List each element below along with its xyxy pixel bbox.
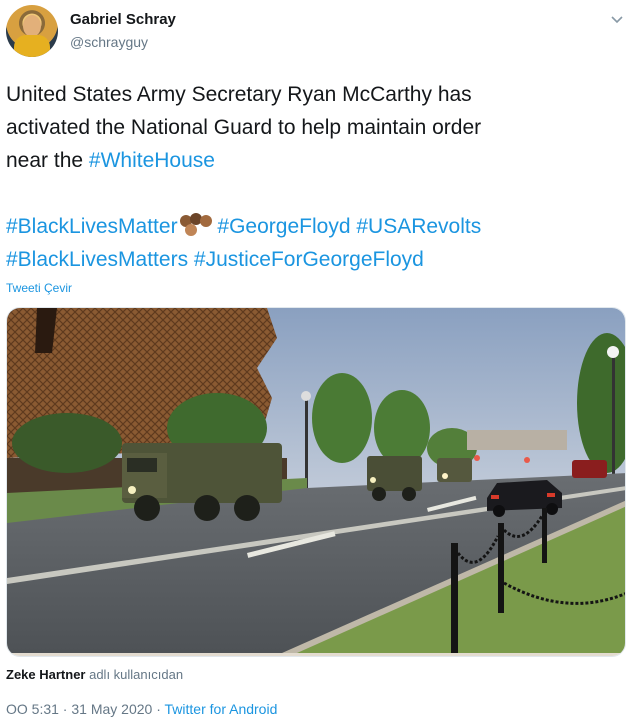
hashtag-whitehouse[interactable]: #WhiteHouse xyxy=(89,149,215,172)
avatar-shirt xyxy=(14,35,50,57)
tweet-line-2: activated the National Guard to help mai… xyxy=(6,116,482,139)
author-handle[interactable]: @schrayguy xyxy=(70,34,148,50)
video-frame-image xyxy=(7,308,625,656)
meta-prefix: OO xyxy=(6,701,32,717)
tweet-date[interactable]: 31 May 2020 xyxy=(71,701,152,717)
avatar[interactable] xyxy=(6,5,58,57)
hashtag-usarevolts[interactable]: #USARevolts xyxy=(356,215,481,238)
raised-fists-emoji-icon xyxy=(178,211,212,237)
tweet-meta: OO 5:31 · 31 May 2020 · Twitter for Andr… xyxy=(6,701,277,717)
tweet-line-3-text: near the xyxy=(6,149,89,172)
tweet-line-3: near the #WhiteHouse xyxy=(6,144,624,177)
translate-tweet-link[interactable]: Tweeti Çevir xyxy=(6,281,72,295)
attribution-user[interactable]: Zeke Hartner xyxy=(6,667,85,682)
tweet-line-5: #BlackLivesMatters #JusticeForGeorgeFloy… xyxy=(6,243,624,276)
tweet-video[interactable] xyxy=(6,307,626,657)
video-attribution: Zeke Hartner adlı kullanıcıdan xyxy=(6,667,183,682)
tweet-line-4: #BlackLivesMatter #GeorgeFloyd #USARevol… xyxy=(6,210,624,243)
author-display-name[interactable]: Gabriel Schray xyxy=(70,11,176,28)
hashtag-blacklivesmatters[interactable]: #BlackLivesMatters xyxy=(6,248,188,271)
tweet-source[interactable]: Twitter for Android xyxy=(165,701,278,717)
tweet-time[interactable]: 5:31 xyxy=(32,701,59,717)
tweet-line-1: United States Army Secretary Ryan McCart… xyxy=(6,83,472,106)
hashtag-blacklivesmatter[interactable]: #BlackLivesMatter xyxy=(6,215,178,238)
chevron-down-icon[interactable] xyxy=(608,10,626,28)
avatar-face xyxy=(23,15,41,37)
hashtag-justiceforgeorgefloyd[interactable]: #JusticeForGeorgeFloyd xyxy=(194,248,424,271)
hashtag-georgefloyd[interactable]: #GeorgeFloyd xyxy=(217,215,350,238)
attribution-suffix: adlı kullanıcıdan xyxy=(85,667,184,682)
meta-separator-2: · xyxy=(152,701,165,717)
meta-separator: · xyxy=(58,701,72,717)
tweet-header: Gabriel Schray @schrayguy xyxy=(0,0,630,62)
tweet-text: United States Army Secretary Ryan McCart… xyxy=(6,78,624,276)
